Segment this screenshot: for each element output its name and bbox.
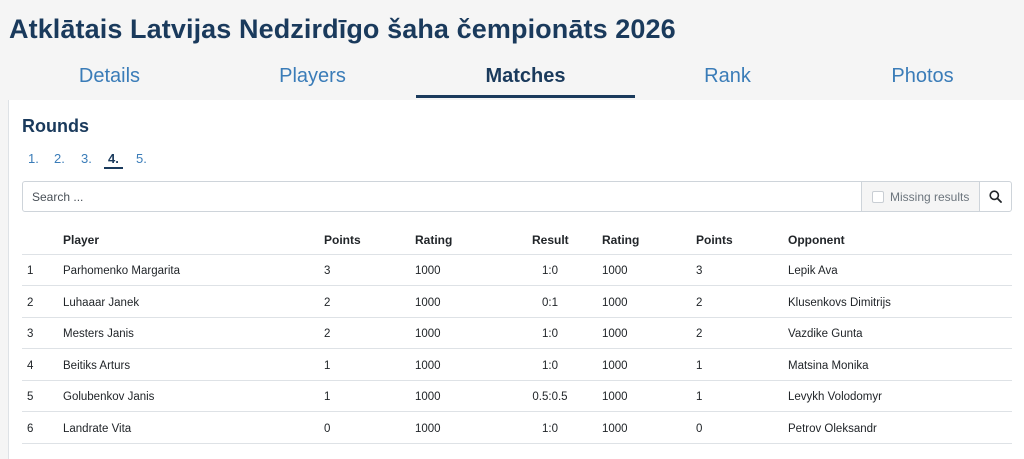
missing-results-toggle[interactable]: Missing results — [861, 182, 979, 211]
cell-opponent-points: 1 — [696, 359, 703, 372]
rounds-heading: Rounds — [22, 116, 89, 136]
cell-player: Golubenkov Janis — [63, 391, 155, 403]
cell-opponent: Vazdike Gunta — [788, 328, 863, 340]
cell-points: 2 — [324, 296, 331, 309]
header-opponent: Opponent — [788, 233, 845, 247]
cell-rank: 5 — [27, 391, 34, 403]
cell-result: 1:0 — [542, 265, 558, 277]
cell-rating: 1000 — [415, 359, 441, 372]
cell-opponent-rating: 1000 — [602, 391, 628, 403]
cell-player: Mesters Janis — [63, 328, 134, 340]
cell-opponent-rating: 1000 — [602, 265, 628, 277]
header-points: Points — [324, 233, 361, 247]
cell-opponent-rating: 1000 — [602, 328, 628, 340]
missing-results-label: Missing results — [890, 189, 970, 204]
cell-result: 0.5:0.5 — [532, 391, 568, 403]
cell-rating: 1000 — [415, 391, 441, 403]
cell-rank: 2 — [27, 296, 34, 309]
table-row: 4 Beitiks Arturs 1 1000 1:0 1000 1 Matsina Moni… — [22, 350, 1012, 381]
header-opponent-points: Points — [696, 233, 733, 247]
tab-rank[interactable]: Rank — [618, 58, 837, 98]
cell-result: 1:0 — [542, 422, 558, 435]
cell-rating: 1000 — [415, 265, 441, 277]
tab-matches[interactable]: Matches — [416, 58, 635, 98]
search-input[interactable] — [23, 182, 861, 211]
cell-opponent-points: 3 — [696, 265, 703, 277]
cell-opponent: Levykh Volodomyr — [788, 391, 882, 403]
round-link-4[interactable]: 4. — [104, 151, 123, 169]
cell-points: 2 — [324, 328, 331, 340]
header-player: Player — [63, 233, 100, 247]
table-row: 1 Parhomenko Margarita 3 1000 1:0 1000 3 Lepik … — [22, 255, 1012, 286]
table-row: 3 Mesters Janis 2 1000 1:0 1000 2 Vazdike Gunta — [22, 318, 1012, 349]
table-row: 2 Luhaaar Janek 2 1000 0:1 1000 2 Klusenkovs Di… — [22, 287, 1012, 318]
missing-results-checkbox[interactable] — [872, 190, 884, 203]
tab-photos[interactable]: Photos — [813, 58, 1024, 98]
cell-opponent-points: 2 — [696, 328, 703, 340]
header-opponent-rating: Rating — [602, 233, 640, 247]
table-row: 6 Landrate Vita 0 1000 1:0 1000 0 Petrov Oleksa… — [22, 413, 1012, 444]
round-link-2[interactable]: 2. — [54, 151, 65, 166]
cell-opponent-points: 0 — [696, 422, 703, 435]
cell-result: 1:0 — [542, 328, 558, 340]
cell-player: Luhaaar Janek — [63, 296, 140, 309]
matches-panel: Rounds 1. 2. 3. 4. 5. Missing results Pl… — [8, 100, 1024, 459]
search-icon — [989, 190, 1002, 203]
cell-points: 0 — [324, 422, 331, 435]
page-title: Atklātais Latvijas Nedzirdīgo šaha čempi… — [9, 14, 676, 44]
cell-rank: 4 — [27, 359, 34, 372]
cell-rank: 3 — [27, 328, 34, 340]
round-link-5[interactable]: 5. — [136, 151, 147, 166]
cell-points: 1 — [324, 391, 331, 403]
table-header: Player Points Rating Result Rating Point… — [22, 224, 1012, 255]
round-link-1[interactable]: 1. — [28, 151, 39, 166]
round-link-3[interactable]: 3. — [81, 151, 92, 166]
cell-rating: 1000 — [415, 422, 441, 435]
cell-opponent: Petrov Oleksandr — [788, 422, 877, 435]
cell-opponent-points: 1 — [696, 391, 703, 403]
cell-player: Landrate Vita — [63, 422, 132, 435]
cell-player: Beitiks Arturs — [63, 359, 131, 372]
cell-opponent: Klusenkovs Dimitrijs — [788, 296, 891, 309]
cell-rating: 1000 — [415, 296, 441, 309]
cell-opponent: Lepik Ava — [788, 265, 838, 277]
cell-rank: 1 — [27, 265, 34, 277]
cell-rating: 1000 — [415, 328, 441, 340]
cell-player: Parhomenko Margarita — [63, 265, 180, 277]
cell-points: 3 — [324, 265, 331, 277]
tab-details[interactable]: Details — [0, 58, 219, 98]
cell-result: 0:1 — [542, 296, 558, 309]
header-result: Result — [532, 233, 569, 247]
tab-players[interactable]: Players — [203, 58, 422, 98]
cell-opponent: Matsina Monika — [788, 359, 869, 372]
cell-points: 1 — [324, 359, 331, 372]
search-bar: Missing results — [22, 181, 1012, 212]
tab-bar: Details Players Matches Rank Photos — [0, 58, 1024, 98]
search-button[interactable] — [979, 182, 1011, 211]
cell-opponent-points: 2 — [696, 296, 703, 309]
cell-opponent-rating: 1000 — [602, 359, 628, 372]
cell-opponent-rating: 1000 — [602, 422, 628, 435]
cell-rank: 6 — [27, 422, 34, 435]
header-rating: Rating — [415, 233, 453, 247]
cell-opponent-rating: 1000 — [602, 296, 628, 309]
table-row: 5 Golubenkov Janis 1 1000 0.5:0.5 1000 1 Levykh… — [22, 381, 1012, 412]
cell-result: 1:0 — [542, 359, 558, 372]
